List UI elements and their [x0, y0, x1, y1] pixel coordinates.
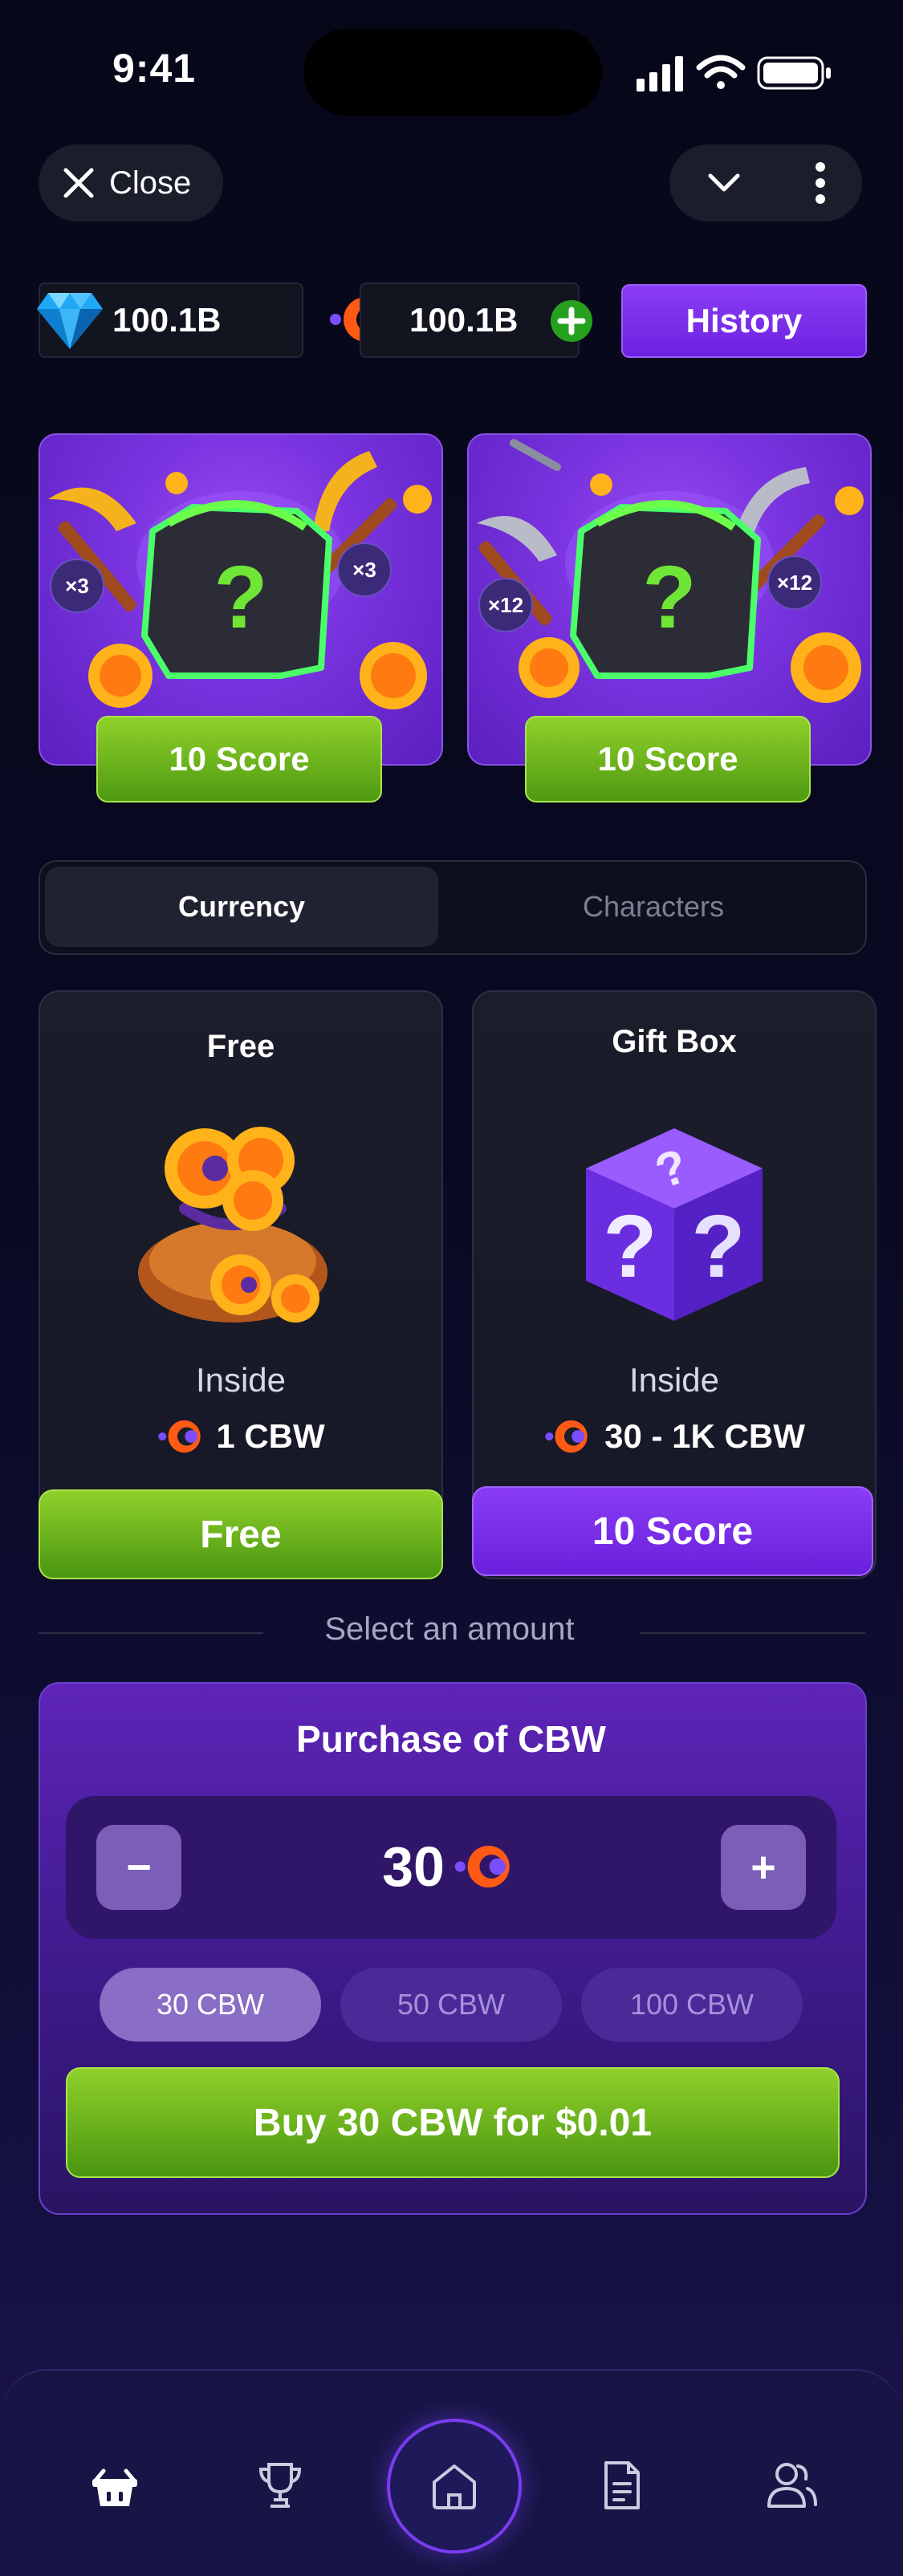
inside-value: 1 CBW — [40, 1417, 441, 1456]
coin-amount: 100.1B — [409, 301, 519, 339]
multiplier-badge: ×3 — [50, 559, 104, 613]
home-icon — [433, 2464, 476, 2509]
close-label: Close — [109, 165, 192, 201]
chevron-down-icon[interactable] — [704, 163, 744, 203]
history-button[interactable]: History — [621, 284, 867, 358]
coin-balance: 100.1B — [360, 282, 580, 358]
shop-icon — [92, 2468, 137, 2506]
increment-button[interactable]: + — [721, 1825, 806, 1910]
trophy-icon — [258, 2463, 302, 2508]
battery-icon — [757, 56, 831, 90]
more-vertical-icon[interactable] — [812, 160, 828, 205]
amount-option-30[interactable]: 30 CBW — [100, 1968, 321, 2042]
multiplier-badge: ×12 — [478, 578, 533, 632]
nav-leaderboard[interactable] — [244, 2449, 316, 2521]
svg-text:?: ? — [603, 1197, 657, 1296]
mystery-box-icon: ? ? ? — [586, 1128, 763, 1321]
svg-text:?: ? — [214, 548, 267, 647]
diamond-icon — [37, 293, 103, 349]
nav-home[interactable] — [387, 2419, 522, 2554]
status-icons — [637, 55, 831, 91]
inside-label: Inside — [195, 1361, 287, 1399]
inside-value: 30 - 1K CBW — [474, 1417, 875, 1456]
divider-line — [39, 1632, 263, 1634]
item-title: Gift Box — [612, 1024, 737, 1059]
close-icon — [63, 168, 94, 198]
decrement-button[interactable]: − — [96, 1825, 181, 1910]
nav-shop[interactable] — [79, 2449, 151, 2521]
dynamic-island — [303, 29, 602, 116]
coin-icon — [545, 1420, 588, 1453]
multiplier-badge: ×3 — [337, 542, 392, 597]
inside-amount: 1 CBW — [216, 1417, 325, 1455]
svg-text:?: ? — [642, 548, 696, 647]
svg-text:?: ? — [691, 1197, 745, 1296]
amount-display: 30 — [241, 1834, 658, 1899]
free-claim-button[interactable]: Free — [39, 1489, 443, 1579]
buy-button[interactable]: Buy 30 CBW for $0.01 — [66, 2067, 840, 2178]
tab-currency[interactable]: Currency — [45, 867, 438, 947]
app-screen: 9:41 Close 100.1B 100.1B History ? ×3 ×3… — [0, 0, 903, 2576]
divider-line — [641, 1632, 865, 1634]
tab-characters[interactable]: Characters — [449, 867, 857, 947]
nav-tasks[interactable] — [586, 2449, 658, 2521]
gift-box-score-button[interactable]: 10 Score — [472, 1486, 873, 1576]
multiplier-badge: ×12 — [767, 555, 822, 610]
promo-score-button[interactable]: 10 Score — [96, 716, 382, 802]
diamond-balance: 100.1B — [37, 282, 303, 358]
document-icon — [604, 2461, 640, 2509]
friends-icon — [767, 2463, 817, 2508]
close-button[interactable]: Close — [39, 144, 223, 221]
inside-label: Inside — [628, 1361, 720, 1399]
wifi-icon — [696, 55, 746, 89]
nav-friends[interactable] — [755, 2449, 827, 2521]
status-time: 9:41 — [112, 46, 197, 91]
coin-icon — [158, 1420, 201, 1453]
diamond-amount: 100.1B — [112, 301, 222, 339]
amount-option-100[interactable]: 100 CBW — [581, 1968, 803, 2042]
item-title: Free — [206, 1029, 275, 1064]
promo-score-button[interactable]: 10 Score — [525, 716, 811, 802]
top-menu-pill — [669, 144, 862, 221]
inside-amount: 30 - 1K CBW — [604, 1417, 805, 1455]
select-amount-label: Select an amount — [324, 1611, 575, 1647]
purchase-title: Purchase of CBW — [296, 1718, 606, 1760]
coin-bag-icon — [138, 1127, 327, 1323]
coin-icon — [454, 1845, 510, 1888]
add-coins-icon[interactable] — [549, 299, 594, 343]
amount-option-50[interactable]: 50 CBW — [340, 1968, 562, 2042]
amount-value: 30 — [382, 1835, 445, 1898]
signal-icon — [637, 56, 683, 91]
